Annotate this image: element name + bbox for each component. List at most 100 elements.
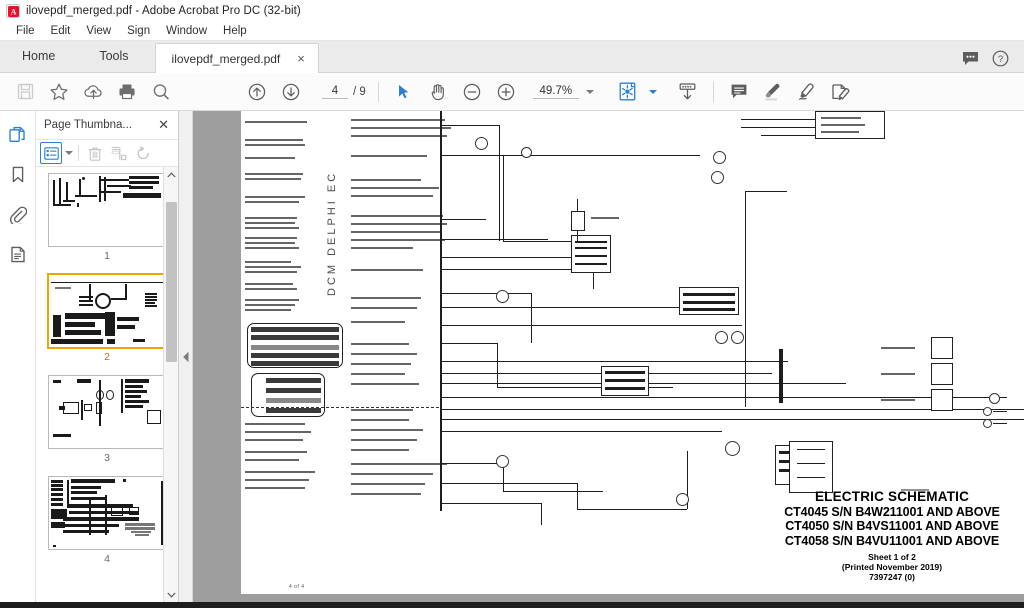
hand-tool-icon[interactable]	[421, 77, 455, 107]
menu-edit[interactable]: Edit	[43, 24, 79, 38]
tab-home[interactable]: Home	[0, 40, 77, 72]
tab-document[interactable]: ilovepdf_merged.pdf ×	[154, 43, 319, 73]
schematic-dashed-divider	[241, 407, 439, 408]
menu-sign[interactable]: Sign	[119, 24, 158, 38]
menu-file[interactable]: File	[8, 24, 43, 38]
zoom-control	[532, 84, 594, 99]
select-tool-icon[interactable]	[387, 77, 421, 107]
schematic-node	[676, 493, 689, 506]
toolbar-divider-2	[712, 81, 714, 102]
schematic-node	[496, 455, 509, 468]
schematic-terminal-block	[931, 389, 953, 411]
rotate-page-button[interactable]	[132, 142, 154, 164]
thumbnails-panel-header: Page Thumbna... ✕	[36, 111, 178, 139]
fit-width-icon[interactable]	[671, 77, 705, 107]
menu-bar: File Edit View Sign Window Help	[0, 22, 1024, 41]
sign-pen-icon[interactable]	[790, 77, 824, 107]
schematic-node	[521, 147, 532, 158]
schematic-node	[725, 441, 740, 456]
scroll-up-icon[interactable]	[164, 167, 179, 182]
schematic-node	[711, 171, 724, 184]
zoom-out-icon[interactable]	[455, 77, 489, 107]
schematic-node	[983, 419, 992, 428]
menu-view[interactable]: View	[78, 24, 119, 38]
workspace: Page Thumbna... ✕ 1 2 3 4 DCM DELPHI EC …	[0, 111, 1024, 602]
schematic-node	[475, 137, 488, 150]
thumbnails-scrollbar-thumb[interactable]	[165, 202, 177, 362]
thumbnails-scrollbar[interactable]	[163, 167, 178, 602]
cloud-upload-icon[interactable]	[76, 77, 110, 107]
thumbnail-label: 1	[104, 250, 110, 262]
schematic-node	[989, 393, 1000, 404]
page-thumbnail-3[interactable]	[48, 375, 166, 449]
thumbnail-size-chevron-down-icon[interactable]	[65, 151, 73, 155]
zoom-in-icon[interactable]	[489, 77, 523, 107]
scroll-down-icon[interactable]	[164, 587, 179, 602]
page-total-label: / 9	[353, 85, 366, 98]
page-thumbnail-1[interactable]	[48, 173, 166, 247]
schematic-component-box	[571, 211, 585, 231]
save-icon[interactable]	[8, 77, 42, 107]
tab-tools[interactable]: Tools	[77, 40, 150, 72]
zoom-level-input[interactable]	[532, 84, 579, 99]
thumbnails-list[interactable]: 1 2 3 4	[36, 167, 178, 602]
star-icon[interactable]	[42, 77, 76, 107]
page-thumbnails-icon[interactable]	[5, 121, 31, 147]
svg-text:A: A	[10, 7, 16, 16]
main-toolbar: / 9	[0, 73, 1024, 111]
schematic-terminal-block	[931, 337, 953, 359]
tab-strip-right-actions: ?	[960, 48, 1024, 72]
thumbnails-panel-title: Page Thumbna...	[44, 119, 133, 131]
previous-page-icon[interactable]	[240, 77, 274, 107]
thumbnail-item[interactable]: 1	[48, 173, 166, 270]
schematic-vertical-label: DCM DELPHI EC	[326, 170, 338, 296]
drawing-title-block: ELECTRIC SCHEMATIC CT4045 S/N B4W211001 …	[774, 489, 1010, 582]
close-icon[interactable]: ✕	[155, 117, 172, 133]
title-block-line-1: ELECTRIC SCHEMATIC	[814, 488, 970, 504]
thumbnail-size-options-button[interactable]	[40, 142, 62, 164]
pdf-page[interactable]: DCM DELPHI EC ELECTRIC SCHEMATIC CT4045 …	[241, 111, 1024, 594]
chevron-down-icon[interactable]	[585, 89, 594, 94]
tab-document-label: ilovepdf_merged.pdf	[171, 51, 281, 66]
schematic-node	[983, 407, 992, 416]
close-icon[interactable]: ×	[294, 51, 308, 66]
bookmarks-icon[interactable]	[5, 161, 31, 187]
thumbnails-toolbar-divider	[78, 145, 79, 161]
thumbnail-item[interactable]: 4	[48, 476, 166, 573]
schematic-ground-bar	[779, 349, 783, 403]
page-navigation: / 9	[322, 84, 366, 99]
document-viewport[interactable]: DCM DELPHI EC ELECTRIC SCHEMATIC CT4045 …	[193, 111, 1024, 602]
title-block-sheet: Sheet 1 of 2	[868, 551, 916, 562]
title-bar: A ilovepdf_merged.pdf - Adobe Acrobat Pr…	[0, 0, 1024, 22]
connector-block-1	[247, 323, 343, 368]
page-display-icon[interactable]	[612, 77, 646, 107]
help-icon[interactable]: ?	[990, 48, 1010, 68]
delete-pages-button[interactable]	[84, 142, 106, 164]
page-thumbnail-2[interactable]	[48, 274, 166, 348]
menu-window[interactable]: Window	[158, 24, 215, 38]
print-icon[interactable]	[110, 77, 144, 107]
schematic-terminal-block	[931, 363, 953, 385]
page-display-chevron-down-icon[interactable]	[648, 89, 657, 94]
comment-icon[interactable]	[722, 77, 756, 107]
page-thumbnails-panel: Page Thumbna... ✕ 1 2 3 4	[36, 111, 179, 602]
thumbnail-label: 2	[104, 351, 110, 363]
thumbnail-item[interactable]: 3	[48, 375, 166, 472]
extract-pages-button[interactable]	[108, 142, 130, 164]
page-number-input[interactable]	[322, 84, 348, 99]
attachments-icon[interactable]	[5, 201, 31, 227]
fill-and-sign-icon[interactable]	[824, 77, 858, 107]
layers-icon[interactable]	[5, 241, 31, 267]
feedback-icon[interactable]	[960, 48, 980, 68]
menu-help[interactable]: Help	[215, 24, 255, 38]
acrobat-logo-icon: A	[6, 4, 20, 18]
highlight-icon[interactable]	[756, 77, 790, 107]
thumbnails-scrollbar-track[interactable]	[164, 182, 179, 587]
panel-collapse-handle[interactable]	[179, 111, 193, 602]
schematic-node	[713, 151, 726, 164]
page-thumbnail-4[interactable]	[48, 476, 166, 550]
thumbnail-item[interactable]: 2	[48, 274, 166, 371]
main-bus-line	[440, 111, 442, 511]
search-icon[interactable]	[144, 77, 178, 107]
next-page-icon[interactable]	[274, 77, 308, 107]
